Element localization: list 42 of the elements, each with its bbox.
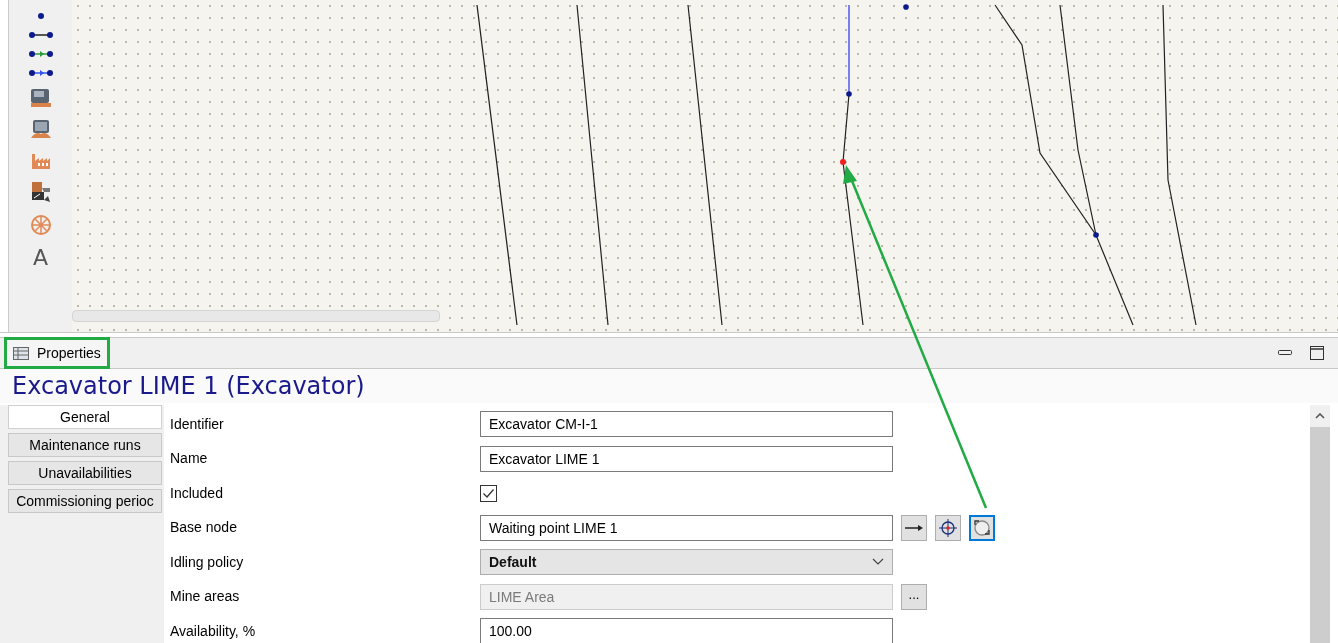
field-label: Identifier [169,414,225,434]
section-tab[interactable]: Commissioning perioc [8,489,162,513]
field-label: Mine areas [169,587,241,607]
text-tool[interactable]: A [32,247,49,269]
node-icon[interactable] [36,12,45,20]
checkbox[interactable] [480,484,497,502]
chevron-down-icon [872,558,884,567]
directed-link-icon[interactable] [27,50,54,58]
zoom-button[interactable] [969,514,995,541]
dump-icon[interactable] [29,119,52,139]
vertical-scrollbar[interactable] [1310,405,1330,643]
crusher-icon[interactable] [29,181,52,203]
checkmark-icon [482,486,495,500]
field-label: Availability, % [169,621,257,641]
arrow-button[interactable] [901,514,927,541]
loader-icon[interactable] [29,88,52,108]
section-tab[interactable]: Maintenance runs [8,433,162,457]
field-label: Included [169,483,224,503]
text-field[interactable]: 100.00 [480,618,893,643]
horizontal-scrollbar[interactable] [72,310,440,322]
zoom-extent-icon [973,518,991,537]
field-label: Name [169,449,209,469]
object-heading: Excavator LIME 1 (Excavator) [12,371,365,402]
maximize-icon[interactable] [1310,346,1324,360]
panel-title: Properties [37,343,101,363]
link-icon[interactable] [27,31,54,39]
text-field[interactable]: Waiting point LIME 1 [480,514,893,541]
section-tab[interactable]: Unavailabilities [8,461,162,485]
chevron-up-icon[interactable] [1315,413,1325,419]
arrow-right-icon [905,523,923,532]
idling-dropdown[interactable]: Default [480,549,893,576]
locate-button[interactable] [935,514,961,541]
directed-link-icon[interactable] [27,69,54,77]
field-label: Base node [169,518,238,538]
section-tab[interactable]: General [8,405,162,429]
text-field[interactable]: Excavator LIME 1 [480,445,893,472]
text-field[interactable]: Excavator CM-I-1 [480,411,893,438]
properties-tab[interactable]: Properties [4,337,110,369]
minimize-icon[interactable] [1278,350,1292,356]
table-icon [13,346,29,360]
crosshair-icon [939,518,957,537]
field-label: Idling policy [169,552,245,572]
